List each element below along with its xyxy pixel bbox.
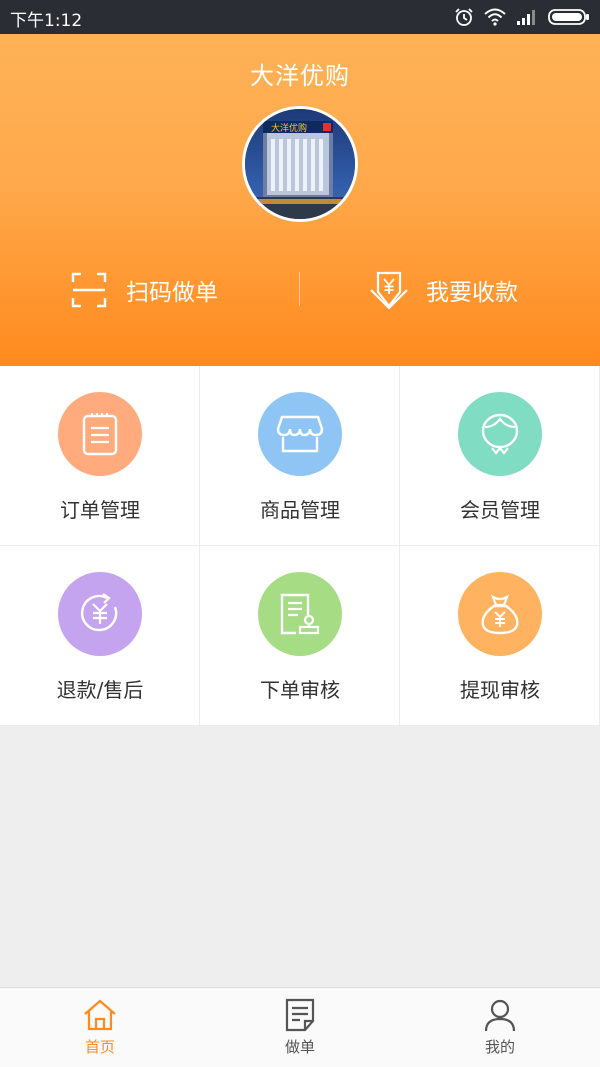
order-review-icon [280,593,320,635]
nav-item-make-order[interactable]: 做单 [200,998,400,1060]
grid-item-order-management[interactable]: 订单管理 [0,366,200,546]
alarm-icon [455,8,473,26]
product-management-icon-circle [258,392,342,476]
status-icons [454,5,590,29]
refund-aftersale-label: 退款/售后 [56,678,144,702]
store-icon [276,415,324,453]
store-building-image: 大洋优购 [245,109,355,219]
order-review-icon-circle [258,572,342,656]
grid-item-refund-aftersale[interactable]: 退款/售后 [0,546,200,726]
grid-item-product-management[interactable]: 商品管理 [200,366,400,546]
feature-grid: 订单管理 商品管理 会员管理 退款/售后 下单审核 提现审核 [0,366,600,726]
nav-item-mine[interactable]: 我的 [400,998,600,1060]
nav-label-home: 首页 [84,1038,115,1056]
status-bar: 下午1:12 [0,0,600,34]
grid-item-order-review[interactable]: 下单审核 [200,546,400,726]
order-review-label: 下单审核 [260,678,340,702]
nav-label-make-order: 做单 [284,1038,315,1056]
money-bag-icon [481,594,519,635]
grid-item-withdrawal-review[interactable]: 提现审核 [400,546,600,726]
person-icon [484,999,516,1032]
order-management-icon-circle [58,392,142,476]
collect-payment-button[interactable]: 我要收款 [370,266,518,314]
collect-payment-label: 我要收款 [426,280,518,306]
status-time: 下午1:12 [10,11,83,31]
order-list-icon [82,413,118,456]
member-management-label: 会员管理 [460,498,540,522]
order-management-label: 订单管理 [60,498,140,522]
nav-label-mine: 我的 [484,1038,515,1056]
grid-item-member-management[interactable]: 会员管理 [400,366,600,546]
home-icon [84,999,116,1031]
withdrawal-review-label: 提现审核 [460,678,540,702]
member-management-icon-circle [458,392,542,476]
product-management-label: 商品管理 [260,498,340,522]
page-title: 大洋优购 [250,62,350,90]
scan-icon [71,272,107,308]
withdrawal-review-icon-circle [458,572,542,656]
bottom-nav: 首页 做单 我的 [0,987,600,1067]
header-banner: 大洋优购 大洋优购 扫码做单 我要收款 [0,34,600,366]
member-icon [481,413,519,455]
signal-icon [517,10,535,25]
nav-item-home[interactable]: 首页 [0,998,200,1060]
scan-order-button[interactable]: 扫码做单 [70,266,218,314]
avatar-sign-text: 大洋优购 [271,122,307,134]
scan-order-label: 扫码做单 [126,280,218,306]
store-avatar[interactable]: 大洋优购 [242,106,358,222]
refund-aftersale-icon-circle [58,572,142,656]
document-icon [285,998,315,1032]
quick-actions-divider [299,272,300,306]
collect-payment-icon [370,271,408,310]
wifi-icon [484,8,506,26]
battery-icon [548,9,589,25]
refund-icon [80,593,118,632]
